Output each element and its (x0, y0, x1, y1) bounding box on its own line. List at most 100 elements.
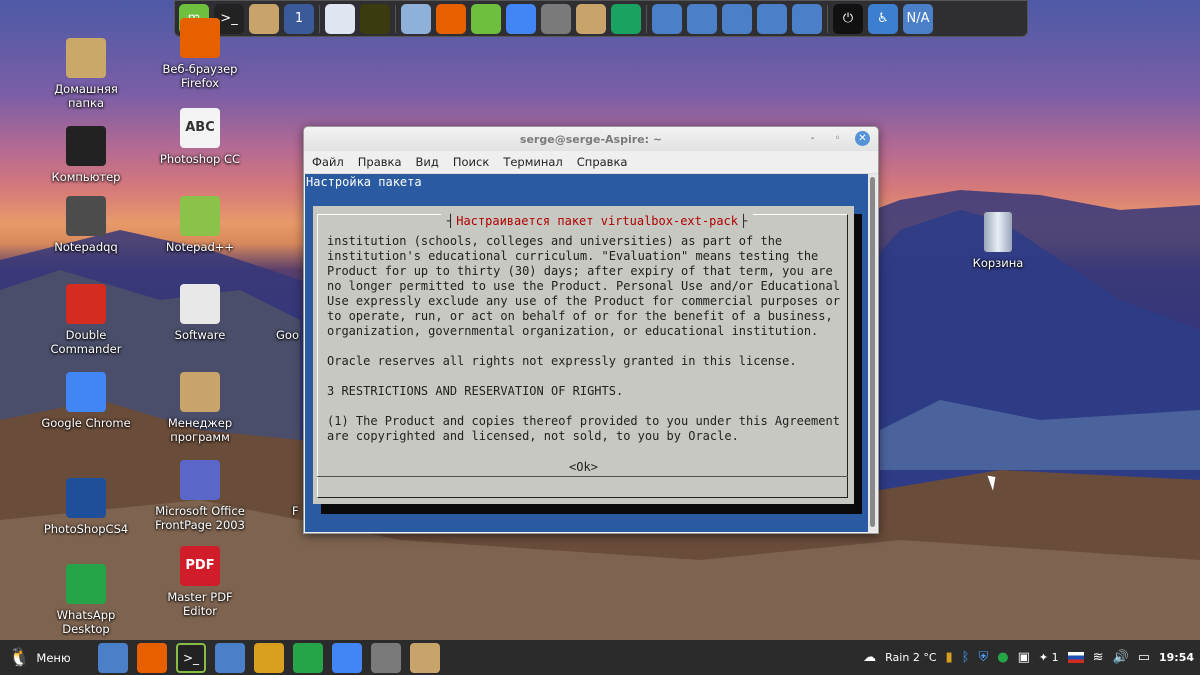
home-icon[interactable] (652, 3, 682, 34)
menu-search[interactable]: Поиск (453, 155, 489, 169)
taskbar-shield-icon[interactable] (371, 642, 401, 673)
license-line (327, 339, 847, 354)
window-titlebar[interactable]: serge@serge-Aspire: ~ - ◦ ✕ (304, 127, 878, 151)
workspace-switcher-icon[interactable]: 1 (284, 3, 314, 34)
desktop-icon-label: WhatsApp Desktop (56, 608, 116, 636)
desktop-icon[interactable]: Notepad++ (150, 196, 250, 254)
keyboard-layout-flag-icon[interactable] (1067, 652, 1084, 663)
vpn-icon[interactable] (611, 3, 641, 34)
wifi-icon[interactable]: ≋ (1093, 650, 1104, 665)
package-install-icon[interactable] (249, 3, 279, 34)
desktop-icon[interactable]: PhotoShopCS4 (36, 478, 136, 536)
bluetooth-icon[interactable]: ᛒ (962, 650, 970, 665)
dialog-title: Настраивается пакет virtualbox-ext-pack (441, 214, 754, 228)
double-commander-icon (66, 284, 106, 324)
accessibility-icon[interactable]: ♿ (868, 3, 898, 34)
minimize-button[interactable]: - (805, 131, 820, 146)
text-editor-icon[interactable] (325, 3, 355, 34)
taskbar-files-icon[interactable] (215, 642, 245, 673)
trash-na-icon[interactable]: N/A (903, 3, 933, 34)
desktop-icon[interactable]: Double Commander (36, 284, 136, 356)
license-line: are copyrighted and licensed, not sold, … (327, 429, 739, 443)
window-title: serge@serge-Aspire: ~ (519, 132, 663, 146)
license-line (327, 369, 847, 384)
desktop-icon-label: PhotoShopCS4 (43, 522, 129, 536)
volume-icon[interactable]: 🔊 (1113, 650, 1129, 665)
taskbar-app-icon[interactable] (254, 642, 284, 673)
chrome-icon (66, 372, 106, 412)
downloads-icon[interactable] (757, 3, 787, 34)
desktop-icon-label: Photoshop CC (159, 152, 241, 166)
close-button[interactable]: ✕ (855, 131, 870, 146)
desktop-icon[interactable]: ABC Photoshop CC (150, 108, 250, 166)
backup-icon[interactable] (722, 3, 752, 34)
start-menu-button[interactable]: 🐧 Меню (0, 647, 98, 668)
desktop-icon[interactable]: Microsoft Office FrontPage 2003 (150, 460, 250, 532)
firefox-icon (180, 18, 220, 58)
dialog-divider (317, 476, 848, 477)
package-manager-icon (180, 372, 220, 412)
frontpage-icon (180, 460, 220, 500)
ok-button[interactable]: <Ok> (313, 460, 854, 474)
trash-icon (984, 212, 1012, 252)
taskbar-whatsapp-icon[interactable] (293, 642, 323, 673)
desktop-icon-label: Веб-браузер Firefox (162, 62, 238, 90)
shield-icon[interactable] (541, 3, 571, 34)
notifications-tray[interactable]: ✦ 1 (1039, 651, 1059, 664)
license-line: (1) The Product and copies thereof provi… (327, 414, 840, 428)
menu-help[interactable]: Справка (577, 155, 628, 169)
terminal-scrollbar[interactable] (868, 174, 877, 532)
monitor-icon (66, 126, 106, 166)
scrollbar-thumb[interactable] (870, 177, 875, 527)
desktop-icon-trash[interactable]: Корзина (948, 212, 1048, 270)
start-menu-label: Меню (36, 650, 71, 665)
update-manager-icon[interactable] (471, 3, 501, 34)
clock[interactable]: 19:54 (1159, 651, 1194, 664)
desktop-icon[interactable]: Компьютер (36, 126, 136, 184)
desktop-icon[interactable]: Веб-браузер Firefox (150, 18, 250, 90)
tray-app-icon[interactable]: ▮ (946, 650, 953, 665)
desktop-icon-label: Компьютер (51, 170, 121, 184)
desktop-icon[interactable]: PDF Master PDF Editor (150, 546, 250, 618)
terminal-window[interactable]: serge@serge-Aspire: ~ - ◦ ✕ Файл Правка … (303, 126, 879, 534)
battery-icon[interactable]: ▭ (1138, 650, 1150, 665)
terminal-screen[interactable]: Настройка пакета Настраивается пакет vir… (305, 174, 868, 532)
menu-terminal[interactable]: Терминал (503, 155, 562, 169)
desktop-icon-label: Microsoft Office FrontPage 2003 (155, 504, 245, 532)
taskbar-firefox-icon[interactable] (137, 642, 167, 673)
whatsapp-tray-icon[interactable]: ● (997, 650, 1008, 665)
folder-icon[interactable] (687, 3, 717, 34)
desktop-icon[interactable]: Домашняя папка (36, 38, 136, 110)
desktop-icon[interactable]: Software (150, 284, 250, 342)
license-line: Use expressly exclude any use of the Pro… (327, 294, 840, 308)
desktop-icon[interactable]: Менеджер программ (150, 372, 250, 444)
menu-view[interactable]: Вид (416, 155, 439, 169)
maximize-button[interactable]: ◦ (830, 131, 845, 146)
desktop-icon[interactable] (792, 3, 822, 34)
mail-stamp-icon[interactable] (401, 3, 431, 34)
desktop-icon[interactable]: WhatsApp Desktop (36, 564, 136, 636)
desktop-icon[interactable]: Google Chrome (36, 372, 136, 430)
abc-document-icon: ABC (180, 108, 220, 148)
weather-label[interactable]: Rain 2 °C (885, 651, 936, 664)
firefox-icon[interactable] (436, 3, 466, 34)
taskbar-package-icon[interactable] (410, 642, 440, 673)
menu-file[interactable]: Файл (312, 155, 344, 169)
desktop-icon[interactable]: Notepadqq (36, 196, 136, 254)
menu-edit[interactable]: Правка (358, 155, 402, 169)
license-text: institution (schools, colleges and unive… (327, 234, 847, 444)
package-manager-icon[interactable] (576, 3, 606, 34)
power-icon[interactable]: ⏻ (833, 3, 863, 34)
notepadqq-icon (66, 196, 106, 236)
clipboard-icon[interactable]: ▣ (1018, 650, 1030, 665)
taskbar-terminal-icon[interactable]: >_ (176, 642, 206, 673)
taskbar-chrome-icon[interactable] (332, 642, 362, 673)
license-line: to operate, run, or act on behalf of or … (327, 309, 833, 323)
desktop-icon-label: Master PDF Editor (167, 590, 233, 618)
photo-viewer-icon[interactable] (360, 3, 390, 34)
chrome-icon[interactable] (506, 3, 536, 34)
shield-tray-icon[interactable]: ⛨ (978, 650, 988, 665)
license-line: Oracle reserves all rights not expressly… (327, 354, 797, 368)
license-line (327, 399, 847, 414)
taskbar-desktop-icon[interactable] (98, 642, 128, 673)
